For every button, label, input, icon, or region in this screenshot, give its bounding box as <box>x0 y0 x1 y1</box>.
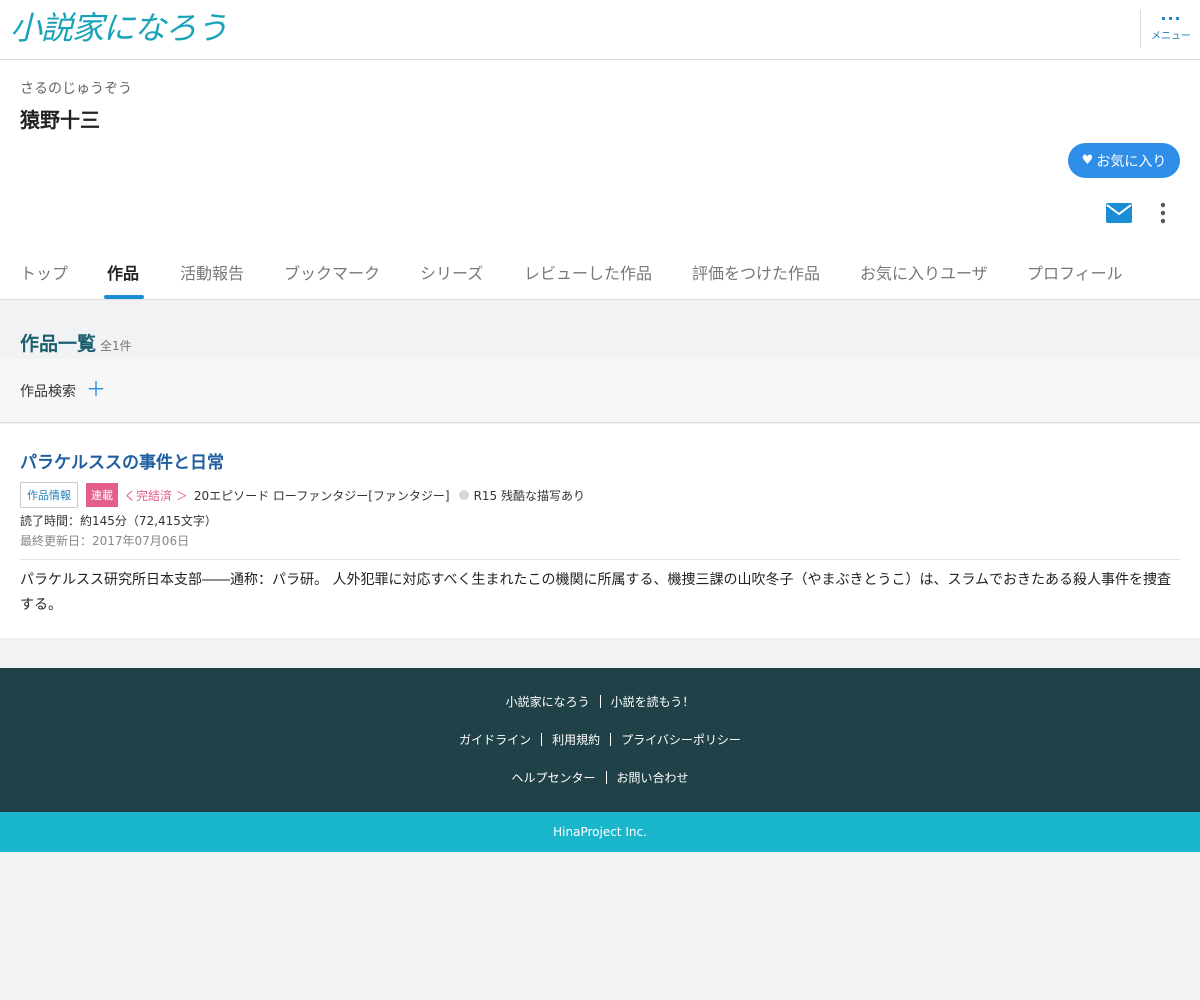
site-header: 小説家になろう ··· メニュー <box>0 0 1200 60</box>
read-time: 読了時間：約145分（72,415文字） <box>20 514 217 528</box>
favorite-button-label: お気に入り <box>1096 153 1167 170</box>
works-section-title: 作品一覧 全1件 <box>20 329 132 356</box>
footer-link-privacy[interactable]: プライバシーポリシー <box>621 733 741 747</box>
footer-link-narou[interactable]: 小説家になろう <box>506 695 590 709</box>
tab-favorite-users[interactable]: お気に入りユーザ <box>860 256 988 300</box>
work-summary: パラケルスス研究所日本支部――通称：パラ研。 人外犯罪に対応すべく生まれたこの機… <box>20 572 1172 613</box>
episodes-genre: 20エピソード ローファンタジー[ファンタジー] <box>193 488 450 503</box>
footer-separator <box>610 733 612 746</box>
footer-row-2: ガイドライン 利用規約 プライバシーポリシー <box>0 731 1200 748</box>
footer-separator <box>541 733 543 746</box>
tab-top[interactable]: トップ <box>20 256 68 300</box>
works-search-bar[interactable]: 作品検索 ＋ <box>0 359 1200 423</box>
mail-icon[interactable] <box>1106 203 1132 223</box>
site-footer: 小説家になろう 小説を読もう！ ガイドライン 利用規約 プライバシーポリシー ヘルプセ… <box>0 668 1200 812</box>
work-meta: 作品情報 連載 く完結済 ＞ 20エピソード ローファンタジー[ファンタジー] … <box>20 482 585 508</box>
plus-icon[interactable]: ＋ <box>86 377 106 401</box>
tab-series[interactable]: シリーズ <box>420 256 483 300</box>
last-updated: 最終更新日：2017年07月06日 <box>20 534 190 548</box>
menu-dots-icon: ··· <box>1160 9 1182 28</box>
tab-rated-works[interactable]: 評価をつけた作品 <box>692 256 820 300</box>
tab-bookmark[interactable]: ブックマーク <box>284 256 380 300</box>
serial-badge: 連載 <box>86 483 118 507</box>
work-divider <box>20 559 1180 560</box>
footer-separator <box>605 771 607 784</box>
footer-link-yomou[interactable]: 小説を読もう！ <box>611 695 695 709</box>
tab-profile[interactable]: プロフィール <box>1027 256 1123 300</box>
footer-separator <box>599 695 601 708</box>
more-options-icon[interactable] <box>1153 200 1173 226</box>
user-name: 猿野十三 <box>20 108 100 132</box>
site-logo[interactable]: 小説家になろう <box>10 8 228 48</box>
tab-works[interactable]: 作品 <box>107 256 139 300</box>
tab-reviewed-works[interactable]: レビューした作品 <box>524 256 652 300</box>
footer-row-3: ヘルプセンター お問い合わせ <box>0 769 1200 786</box>
header-divider <box>1140 10 1141 48</box>
footer-link-guideline[interactable]: ガイドライン <box>459 733 531 747</box>
completed-status: く完結済 ＞ <box>124 488 188 503</box>
footer-link-help[interactable]: ヘルプセンター <box>511 771 595 785</box>
active-tab-indicator <box>104 295 144 299</box>
work-card: パラケルススの事件と日常 作品情報 連載 く完結済 ＞ 20エピソード ローファ… <box>0 424 1200 638</box>
copyright-bar: HinaProject Inc. <box>0 812 1200 852</box>
menu-label: メニュー <box>1151 31 1191 42</box>
user-name-kana: さるのじゅうぞう <box>20 81 132 97</box>
user-tabs: トップ 作品 活動報告 ブックマーク シリーズ レビューした作品 評価をつけた作… <box>0 256 1200 300</box>
favorite-button[interactable]: ♥ お気に入り <box>1068 143 1180 178</box>
work-title-link[interactable]: パラケルススの事件と日常 <box>20 448 224 473</box>
footer-link-terms[interactable]: 利用規約 <box>552 733 600 747</box>
rating-dot-icon <box>458 490 469 500</box>
user-profile-area: さるのじゅうぞう 猿野十三 ♥ お気に入り トップ 作品 活動報告 ブックマーク… <box>0 60 1200 300</box>
heart-icon: ♥ <box>1081 153 1094 168</box>
footer-row-1: 小説家になろう 小説を読もう！ <box>0 693 1200 710</box>
rating-label: R15 残酷な描写あり <box>473 488 585 503</box>
menu-button[interactable]: ··· メニュー <box>1145 8 1197 54</box>
work-info-tag[interactable]: 作品情報 <box>20 482 78 508</box>
works-title-text: 作品一覧 <box>20 333 97 355</box>
tab-activity-report[interactable]: 活動報告 <box>180 256 244 300</box>
works-search-label: 作品検索 <box>20 384 76 400</box>
footer-link-contact[interactable]: お問い合わせ <box>617 771 689 785</box>
works-count: 全1件 <box>100 339 132 353</box>
